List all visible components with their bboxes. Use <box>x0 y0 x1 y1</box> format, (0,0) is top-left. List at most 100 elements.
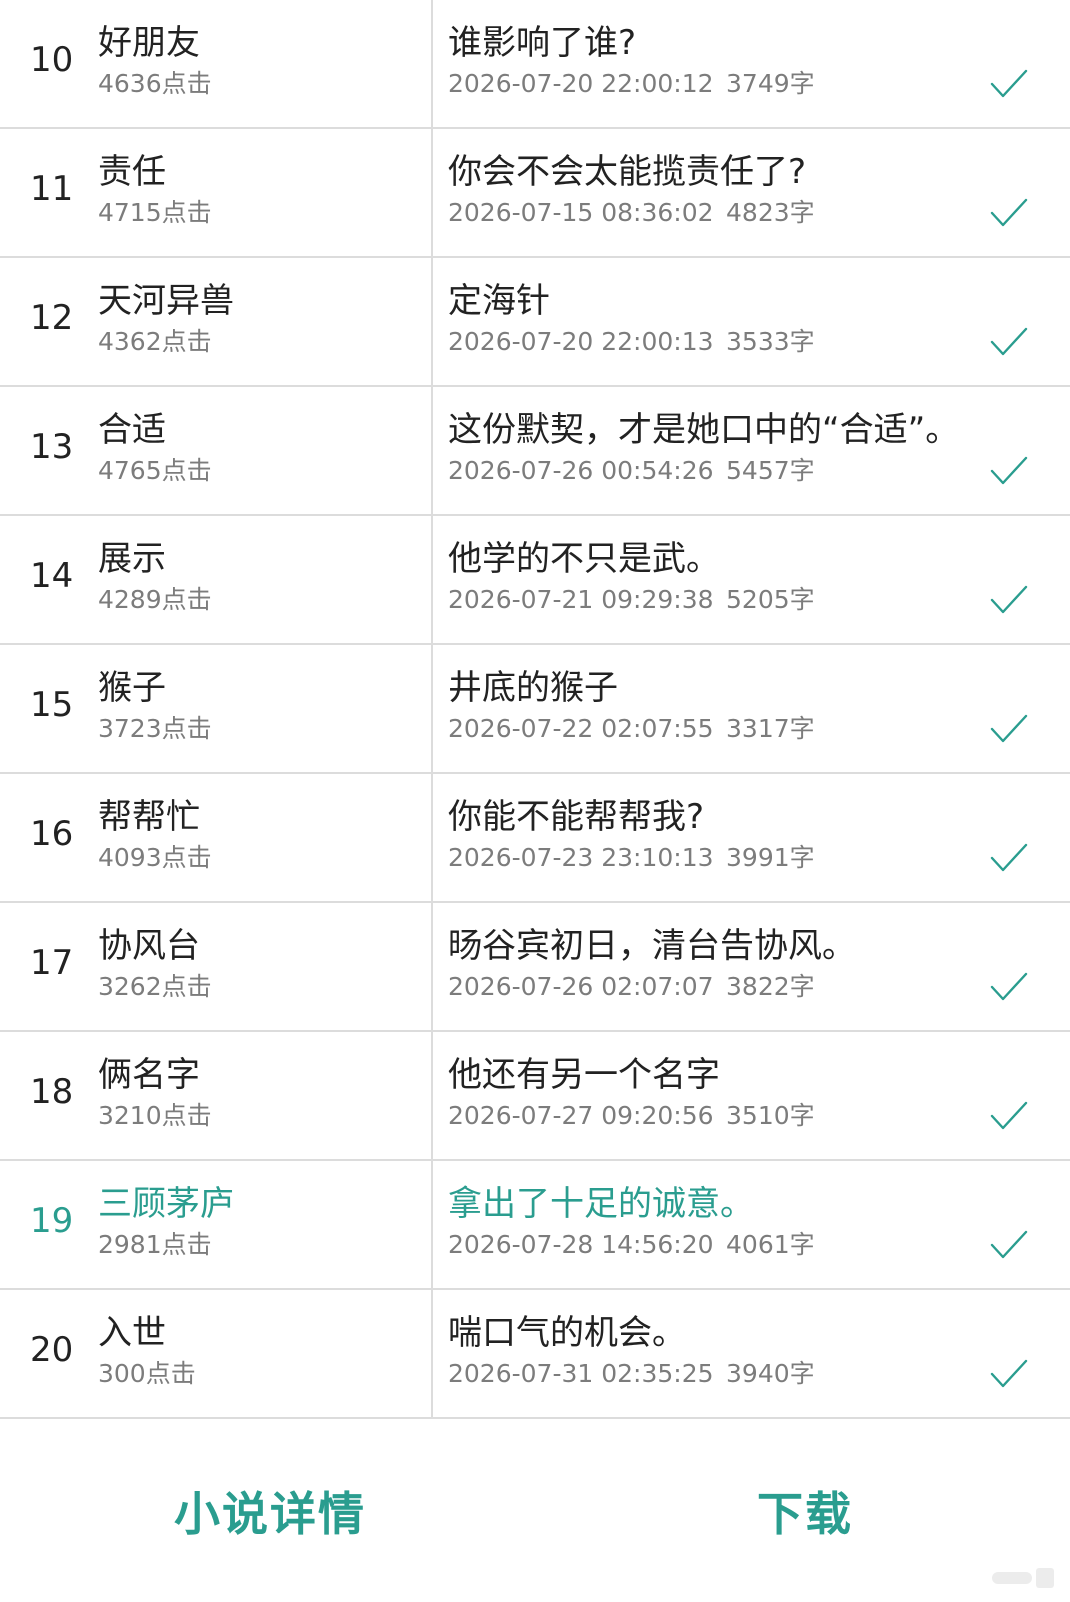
chapter-title: 拿出了十足的诚意。 <box>448 1184 754 1224</box>
click-count: 4289点击 <box>98 585 212 614</box>
update-time: 2026-07-20 22:00:13 <box>448 327 714 356</box>
chapter-title: 你能不能帮帮我? <box>448 797 705 837</box>
chapter-number: 15 <box>30 685 74 725</box>
chapter-name: 好朋友 <box>98 23 200 63</box>
word-count: 3749字 <box>726 69 815 98</box>
check-icon <box>990 327 1028 356</box>
chapter-number: 11 <box>30 169 74 209</box>
chapter-row[interactable]: 13 合适 4765点击 这份默契，才是她口中的“合适”。 2026-07-26 00:… <box>0 387 1070 516</box>
click-count: 300点击 <box>98 1359 196 1388</box>
chapter-row[interactable]: 14 展示 4289点击 他学的不只是武。 2026-07-21 09:29:38 52… <box>0 516 1070 645</box>
column-divider <box>431 387 433 514</box>
update-time: 2026-07-21 09:29:38 <box>448 585 714 614</box>
update-time: 2026-07-26 00:54:26 <box>448 456 714 485</box>
column-divider <box>431 1161 433 1288</box>
click-count: 4093点击 <box>98 843 212 872</box>
chapter-meta: 2026-07-21 09:29:38 5205字 <box>448 584 815 616</box>
check-icon <box>990 972 1028 1001</box>
chapter-meta: 2026-07-15 08:36:02 4823字 <box>448 197 815 229</box>
chapter-number: 19 <box>30 1201 74 1241</box>
chapter-number: 16 <box>30 814 74 854</box>
column-divider <box>431 774 433 901</box>
check-icon <box>990 198 1028 227</box>
column-divider <box>431 129 433 256</box>
chapter-number: 14 <box>30 556 74 596</box>
check-icon <box>990 585 1028 614</box>
chapter-meta: 2026-07-26 00:54:26 5457字 <box>448 455 815 487</box>
chapter-title: 他学的不只是武。 <box>448 539 720 579</box>
chapter-number: 18 <box>30 1072 74 1112</box>
chapter-title: 喘口气的机会。 <box>448 1313 686 1353</box>
download-button[interactable]: 下载 <box>757 1486 853 1542</box>
chapter-row-current[interactable]: 19 三顾茅庐 2981点击 拿出了十足的诚意。 2026-07-28 14:56:20… <box>0 1161 1070 1290</box>
chapter-row[interactable]: 11 责任 4715点击 你会不会太能揽责任了? 2026-07-15 08:36:02… <box>0 129 1070 258</box>
bottom-action-bar: 小说详情 下载 <box>0 1431 1070 1602</box>
word-count: 3991字 <box>726 843 815 872</box>
chapter-number: 20 <box>30 1330 74 1370</box>
chapter-title: 旸谷宾初日，清台告协风。 <box>448 926 856 966</box>
chapter-meta: 2026-07-20 22:00:13 3533字 <box>448 326 815 358</box>
update-time: 2026-07-22 02:07:55 <box>448 714 714 743</box>
check-icon <box>990 1230 1028 1259</box>
chapter-number: 17 <box>30 943 74 983</box>
chapter-title: 你会不会太能揽责任了? <box>448 152 807 192</box>
click-count: 3262点击 <box>98 972 212 1001</box>
chapter-name: 俩名字 <box>98 1055 200 1095</box>
chapter-name: 责任 <box>98 152 166 192</box>
column-divider <box>431 516 433 643</box>
chapter-row[interactable]: 20 入世 300点击 喘口气的机会。 2026-07-31 02:35:25 3940… <box>0 1290 1070 1419</box>
chapter-row[interactable]: 15 猴子 3723点击 井底的猴子 2026-07-22 02:07:55 3317字 <box>0 645 1070 774</box>
column-divider <box>431 903 433 1030</box>
column-divider <box>431 1290 433 1417</box>
update-time: 2026-07-27 09:20:56 <box>448 1101 714 1130</box>
chapter-row[interactable]: 10 好朋友 4636点击 谁影响了谁? 2026-07-20 22:00:12 374… <box>0 0 1070 129</box>
chapter-meta: 2026-07-20 22:00:12 3749字 <box>448 68 815 100</box>
chapter-title: 谁影响了谁? <box>448 23 637 63</box>
check-icon <box>990 714 1028 743</box>
chapter-name: 合适 <box>98 410 166 450</box>
novel-details-button[interactable]: 小说详情 <box>174 1486 366 1542</box>
check-icon <box>990 69 1028 98</box>
check-icon <box>990 456 1028 485</box>
chapter-row[interactable]: 12 天河异兽 4362点击 定海针 2026-07-20 22:00:13 3533字 <box>0 258 1070 387</box>
update-time: 2026-07-31 02:35:25 <box>448 1359 714 1388</box>
update-time: 2026-07-20 22:00:12 <box>448 69 714 98</box>
chapter-name: 天河异兽 <box>98 281 234 321</box>
chapter-row[interactable]: 17 协风台 3262点击 旸谷宾初日，清台告协风。 2026-07-26 02:07:… <box>0 903 1070 1032</box>
click-count: 2981点击 <box>98 1230 212 1259</box>
chapter-row[interactable]: 16 帮帮忙 4093点击 你能不能帮帮我? 2026-07-23 23:10:13 3… <box>0 774 1070 903</box>
chapter-title: 这份默契，才是她口中的“合适”。 <box>448 410 960 450</box>
word-count: 4823字 <box>726 198 815 227</box>
chapter-meta: 2026-07-23 23:10:13 3991字 <box>448 842 815 874</box>
chapter-title: 定海针 <box>448 281 550 321</box>
chapter-meta: 2026-07-31 02:35:25 3940字 <box>448 1358 815 1390</box>
check-icon <box>990 1359 1028 1388</box>
word-count: 3317字 <box>726 714 815 743</box>
chapter-meta: 2026-07-26 02:07:07 3822字 <box>448 971 815 1003</box>
chapter-meta: 2026-07-22 02:07:55 3317字 <box>448 713 815 745</box>
word-count: 3533字 <box>726 327 815 356</box>
chapter-name: 帮帮忙 <box>98 797 200 837</box>
click-count: 3723点击 <box>98 714 212 743</box>
chapter-number: 12 <box>30 298 74 338</box>
click-count: 4362点击 <box>98 327 212 356</box>
click-count: 4765点击 <box>98 456 212 485</box>
column-divider <box>431 645 433 772</box>
chapter-number: 10 <box>30 40 74 80</box>
word-count: 4061字 <box>726 1230 815 1259</box>
chapter-name: 入世 <box>98 1313 166 1353</box>
update-time: 2026-07-15 08:36:02 <box>448 198 714 227</box>
chapter-title: 他还有另一个名字 <box>448 1055 720 1095</box>
word-count: 3940字 <box>726 1359 815 1388</box>
word-count: 5457字 <box>726 456 815 485</box>
watermark-icon <box>992 1568 1054 1588</box>
chapter-row[interactable]: 18 俩名字 3210点击 他还有另一个名字 2026-07-27 09:20:56 3… <box>0 1032 1070 1161</box>
chapter-title: 井底的猴子 <box>448 668 618 708</box>
update-time: 2026-07-23 23:10:13 <box>448 843 714 872</box>
word-count: 5205字 <box>726 585 815 614</box>
check-icon <box>990 1101 1028 1130</box>
column-divider <box>431 1032 433 1159</box>
word-count: 3510字 <box>726 1101 815 1130</box>
word-count: 3822字 <box>726 972 815 1001</box>
chapter-meta: 2026-07-27 09:20:56 3510字 <box>448 1100 815 1132</box>
